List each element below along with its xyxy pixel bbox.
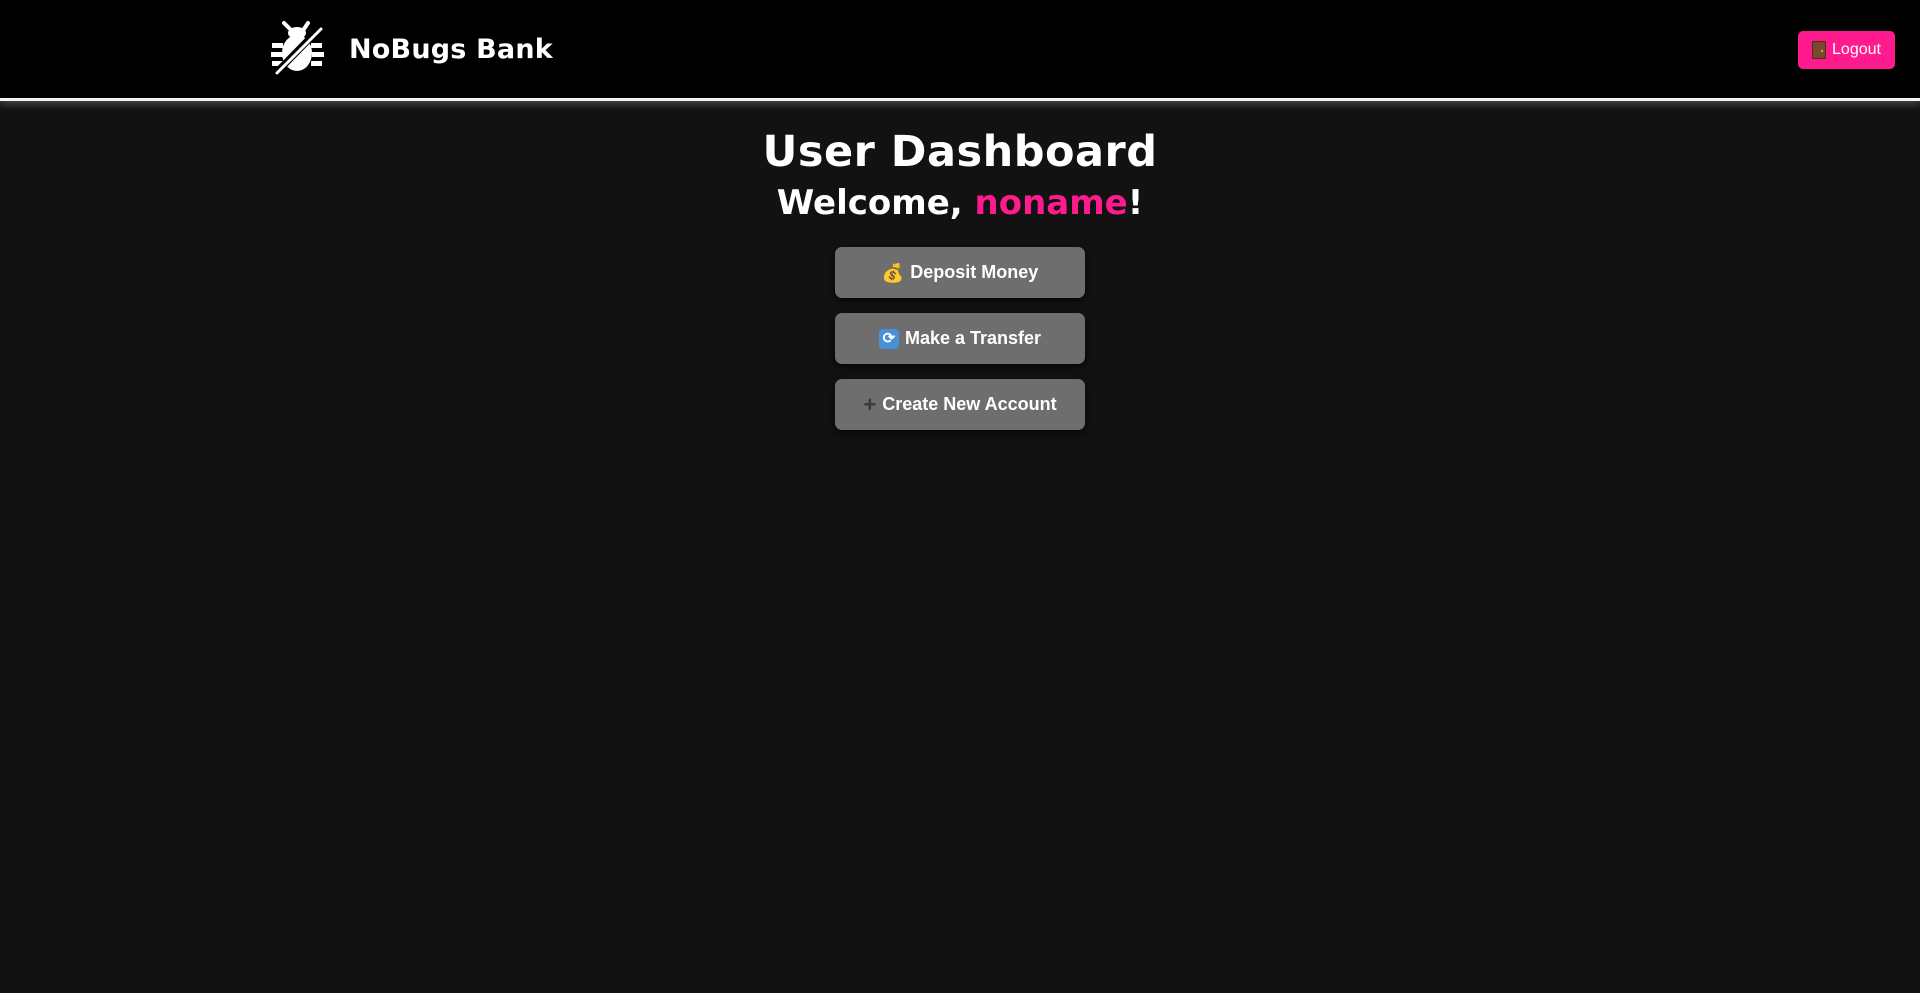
page-title: User Dashboard — [762, 127, 1158, 177]
deposit-money-button[interactable]: 💰 Deposit Money — [835, 247, 1085, 298]
door-icon — [1812, 41, 1827, 59]
make-transfer-button[interactable]: ⟳ Make a Transfer — [835, 313, 1085, 364]
welcome-message: Welcome, noname! — [0, 181, 1920, 225]
logout-button[interactable]: Logout — [1798, 31, 1895, 69]
deposit-money-label: Deposit Money — [910, 262, 1039, 282]
create-account-button[interactable]: + Create New Account — [835, 379, 1085, 430]
logout-label: Logout — [1832, 41, 1881, 58]
create-account-label: Create New Account — [882, 394, 1057, 414]
money-bag-icon: 💰 — [881, 262, 905, 283]
welcome-prefix: Welcome, — [776, 183, 975, 223]
username: noname — [974, 183, 1128, 223]
welcome-suffix: ! — [1127, 183, 1144, 223]
brand-name: NoBugs Bank — [349, 33, 553, 65]
plus-icon: + — [863, 391, 877, 417]
transfer-icon: ⟳ — [878, 328, 899, 349]
action-buttons: 💰 Deposit Money ⟳ Make a Transfer + Crea… — [0, 247, 1920, 430]
top-header: NoBugs Bank Logout — [0, 0, 1920, 101]
make-transfer-label: Make a Transfer — [904, 328, 1042, 348]
bug-icon — [271, 21, 325, 77]
brand[interactable]: NoBugs Bank — [271, 21, 553, 77]
dashboard-main: User Dashboard Welcome, noname! 💰 Deposi… — [0, 104, 1920, 430]
